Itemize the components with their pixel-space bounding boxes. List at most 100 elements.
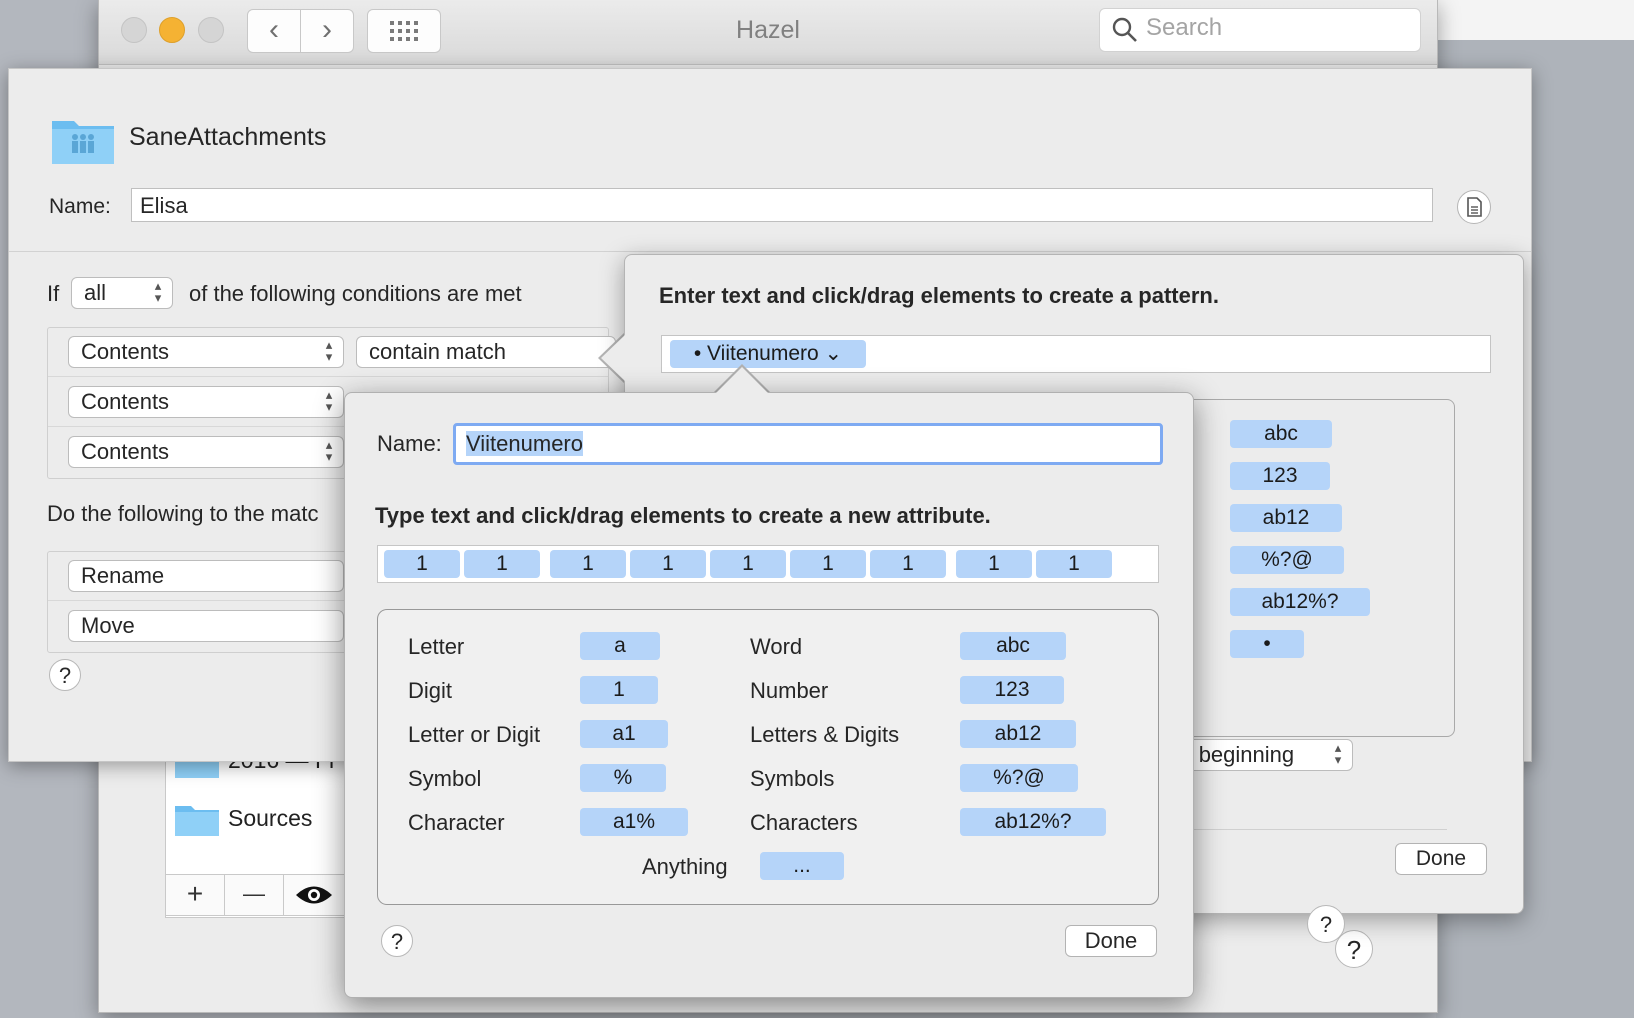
- condition-attribute-value: Contents: [81, 389, 170, 414]
- title-bar: ‹ › Hazel Search: [99, 0, 1437, 65]
- digit-token[interactable]: 1: [1036, 550, 1112, 578]
- attribute-popover: Name: Viitenumero Type text and click/dr…: [344, 392, 1194, 998]
- show-all-button[interactable]: [367, 9, 441, 53]
- updown-arrows-icon: ▴ ▾: [325, 437, 333, 464]
- remove-folder-button[interactable]: —: [225, 875, 284, 915]
- condition-attribute-popup[interactable]: Contents ▴ ▾: [68, 336, 344, 368]
- pattern-help-button[interactable]: ?: [1307, 905, 1345, 943]
- updown-arrows-icon: ▴ ▾: [325, 337, 333, 364]
- action-popup[interactable]: Move: [68, 610, 344, 642]
- element-label: Word: [750, 634, 803, 659]
- notes-button[interactable]: [1457, 190, 1491, 224]
- condition-attribute-value: Contents: [81, 439, 170, 464]
- attribute-heading: Type text and click/drag elements to cre…: [375, 503, 991, 528]
- digit-token[interactable]: 1: [870, 550, 946, 578]
- match-mode-value: all: [84, 280, 107, 305]
- close-window-button[interactable]: [121, 17, 147, 43]
- list-item[interactable]: Sources: [174, 799, 364, 843]
- search-placeholder: Search: [1146, 14, 1223, 41]
- actions-label: Do the following to the matc: [47, 501, 319, 526]
- folder-icon: [175, 806, 219, 836]
- attribute-elements-panel: Letter a Digit 1 Letter or Digit a1 Symb…: [377, 609, 1159, 905]
- element-token[interactable]: %?@: [960, 764, 1078, 792]
- element-label: Letter: [408, 634, 465, 659]
- attribute-name-value: Viitenumero: [466, 431, 583, 456]
- element-label: Letters & Digits: [750, 722, 900, 747]
- grid-icon: [390, 21, 418, 41]
- search-field[interactable]: Search: [1099, 8, 1421, 52]
- condition-attribute-popup[interactable]: Contents ▴ ▾: [68, 436, 344, 468]
- add-folder-button[interactable]: +: [166, 875, 225, 915]
- element-token[interactable]: a1%: [580, 808, 688, 836]
- digit-token[interactable]: 1: [464, 550, 540, 578]
- conditions-suffix: of the following conditions are met: [189, 281, 522, 306]
- digit-token[interactable]: 1: [384, 550, 460, 578]
- minimize-window-button[interactable]: [159, 17, 185, 43]
- back-button[interactable]: ‹: [247, 9, 301, 53]
- digit-token[interactable]: 1: [710, 550, 786, 578]
- digit-token[interactable]: 1: [790, 550, 866, 578]
- digit-token[interactable]: 1: [956, 550, 1032, 578]
- element-token[interactable]: %: [580, 764, 666, 792]
- zoom-window-button[interactable]: [198, 17, 224, 43]
- divider: [9, 251, 1531, 252]
- pattern-field[interactable]: • Viitenumero ⌄: [661, 335, 1491, 373]
- element-label: Letter or Digit: [408, 722, 541, 747]
- rule-name-field[interactable]: Elisa: [131, 188, 1433, 222]
- element-label: Character: [408, 810, 505, 835]
- rule-help-button[interactable]: ?: [49, 659, 81, 691]
- search-icon: [1112, 17, 1137, 42]
- element-token[interactable]: ab12%?: [1230, 588, 1370, 616]
- element-label: Characters: [750, 810, 858, 835]
- attribute-name-field[interactable]: Viitenumero: [453, 423, 1163, 465]
- attribute-help-button[interactable]: ?: [381, 925, 413, 957]
- forward-button[interactable]: ›: [300, 9, 354, 53]
- document-icon: [1467, 197, 1482, 217]
- element-token[interactable]: a1: [580, 720, 668, 748]
- condition-operator-value: contain match: [369, 339, 506, 364]
- rule-name-label: Name:: [49, 195, 111, 218]
- digit-token[interactable]: 1: [630, 550, 706, 578]
- desktop-menubar-strip: [1436, 0, 1634, 41]
- list-controls: + —: [165, 874, 367, 916]
- element-token[interactable]: a: [580, 632, 660, 660]
- element-label: Anything: [642, 854, 728, 879]
- attribute-popover-pointer-fill: [716, 367, 768, 393]
- element-token[interactable]: ...: [760, 852, 844, 880]
- element-token[interactable]: 123: [1230, 462, 1330, 490]
- match-mode-popup[interactable]: all ▴ ▾: [71, 277, 173, 309]
- digit-token[interactable]: 1: [550, 550, 626, 578]
- condition-attribute-popup[interactable]: Contents ▴ ▾: [68, 386, 344, 418]
- element-token[interactable]: •: [1230, 630, 1304, 658]
- eye-icon: [296, 886, 332, 904]
- element-token[interactable]: abc: [1230, 420, 1332, 448]
- element-token[interactable]: abc: [960, 632, 1066, 660]
- window-title: Hazel: [736, 16, 800, 44]
- element-token[interactable]: 1: [580, 676, 658, 704]
- updown-arrows-icon: ▴ ▾: [154, 278, 162, 305]
- row-divider: [48, 376, 608, 377]
- folder-title: SaneAttachments: [129, 123, 327, 151]
- element-token[interactable]: ab12%?: [960, 808, 1106, 836]
- element-token[interactable]: ab12: [960, 720, 1076, 748]
- element-token[interactable]: %?@: [1230, 546, 1344, 574]
- element-token[interactable]: 123: [960, 676, 1064, 704]
- list-item-label: Sources: [228, 805, 313, 831]
- pattern-heading: Enter text and click/drag elements to cr…: [659, 283, 1219, 308]
- action-popup[interactable]: Rename: [68, 560, 344, 592]
- attribute-done-button[interactable]: Done: [1065, 925, 1157, 957]
- updown-arrows-icon: ▴ ▾: [1334, 740, 1342, 767]
- preview-button[interactable]: [284, 875, 344, 915]
- action-value: Move: [81, 613, 135, 638]
- chevron-left-icon: ‹: [269, 13, 279, 46]
- condition-operator-popup[interactable]: contain match: [356, 336, 616, 368]
- element-label: Symbols: [750, 766, 835, 791]
- if-label: If: [47, 281, 60, 306]
- divider: [1153, 829, 1447, 830]
- pattern-done-button[interactable]: Done: [1395, 843, 1487, 875]
- element-token[interactable]: ab12: [1230, 504, 1342, 532]
- element-label: Symbol: [408, 766, 482, 791]
- pattern-elements-panel: abc 123 ab12 %?@ ab12%? •: [1150, 399, 1455, 737]
- attribute-pattern-field[interactable]: 1 1 1 1 1 1 1 1 1: [377, 545, 1159, 583]
- element-label: Digit: [408, 678, 453, 703]
